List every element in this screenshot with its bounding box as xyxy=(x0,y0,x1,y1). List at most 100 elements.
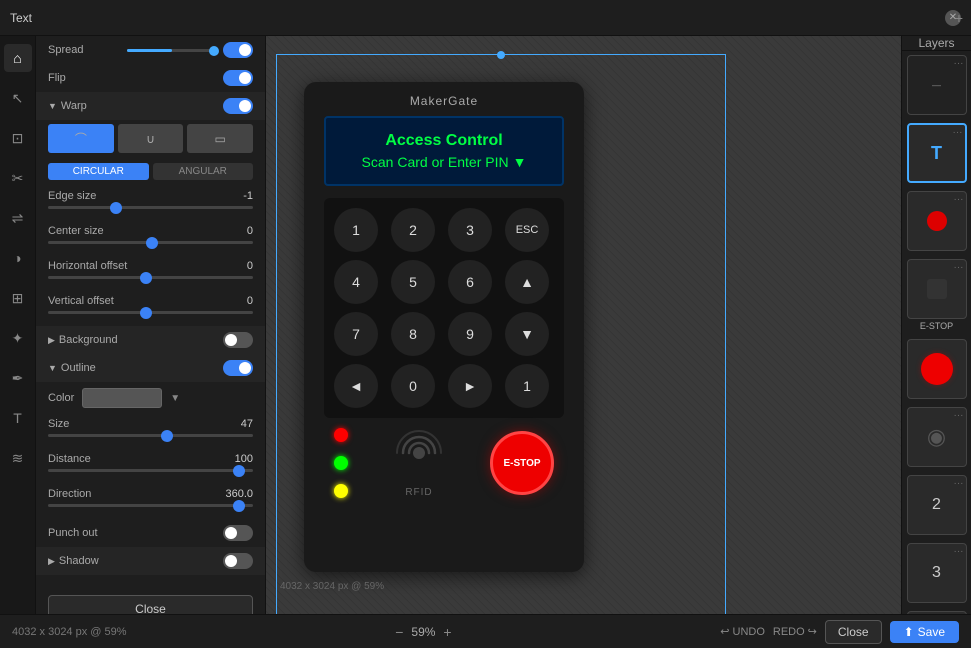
text-icon[interactable]: T xyxy=(4,404,32,432)
shadow-chevron: ▶ xyxy=(48,556,55,567)
makergate-device: MakerGate Access Control Scan Card or En… xyxy=(304,82,584,572)
color-icon[interactable]: ◑ xyxy=(4,244,32,272)
lcd-line1: Access Control xyxy=(385,132,502,150)
layer-item-4[interactable]: ··· xyxy=(907,259,967,319)
edge-size-row: Edge size -1 xyxy=(36,186,265,221)
key-2[interactable]: 2 xyxy=(391,208,435,252)
direction-slider[interactable] xyxy=(48,504,253,507)
punch-out-row: Punch out xyxy=(36,519,265,547)
undo-arrow-icon: ↩ xyxy=(720,625,729,638)
key-4[interactable]: 4 xyxy=(334,260,378,304)
layer-item-5[interactable] xyxy=(907,339,967,399)
layer-dots-4[interactable]: ··· xyxy=(954,262,964,273)
led-green xyxy=(334,456,348,470)
outline-label: Outline xyxy=(61,362,96,374)
layer-item-9[interactable]: 4 ··· xyxy=(907,611,967,614)
warp-section[interactable]: ▼ Warp xyxy=(36,92,265,120)
canvas-top-handle[interactable] xyxy=(497,51,505,59)
cursor-icon[interactable]: ↖ xyxy=(4,84,32,112)
zoom-in-button[interactable]: + xyxy=(443,624,451,640)
zoom-out-button[interactable]: − xyxy=(395,624,403,640)
color-expand-icon[interactable]: ▼ xyxy=(170,393,180,404)
shape-arch-btn[interactable]: ⌒ xyxy=(48,124,114,153)
key-3[interactable]: 3 xyxy=(448,208,492,252)
key-5[interactable]: 5 xyxy=(391,260,435,304)
redo-button[interactable]: REDO ↪ xyxy=(773,625,817,638)
key-right[interactable]: ► xyxy=(448,364,492,408)
outline-section[interactable]: ▼ Outline xyxy=(36,354,265,382)
key-7[interactable]: 7 xyxy=(334,312,378,356)
magic-icon[interactable]: ✦ xyxy=(4,324,32,352)
color-row: Color ▼ xyxy=(36,382,265,414)
shadow-section[interactable]: ▶ Shadow xyxy=(36,547,265,575)
lcd-screen: Access Control Scan Card or Enter PIN ▼ xyxy=(324,116,564,186)
key-down[interactable]: ▼ xyxy=(505,312,549,356)
key-left[interactable]: ◄ xyxy=(334,364,378,408)
shape-wave-btn[interactable]: ∪ xyxy=(118,124,184,153)
scissors-icon[interactable]: ✂ xyxy=(4,164,32,192)
save-button[interactable]: ⬆ Save xyxy=(890,621,959,643)
undo-button[interactable]: ↩ UNDO xyxy=(720,625,765,638)
background-section[interactable]: ▶ Background xyxy=(36,326,265,354)
crop-icon[interactable]: ⊡ xyxy=(4,124,32,152)
left-panel: Spread Flip ▼ Warp ⌒ ∪ ▭ CIRCULAR xyxy=(36,36,266,614)
key-esc[interactable]: ESC xyxy=(505,208,549,252)
pen-icon[interactable]: ✒ xyxy=(4,364,32,392)
vertical-offset-slider[interactable] xyxy=(48,311,253,314)
layer-red-dot xyxy=(927,211,947,231)
edge-size-slider[interactable] xyxy=(48,206,253,209)
circular-tab[interactable]: CIRCULAR xyxy=(48,163,149,180)
size-slider[interactable] xyxy=(48,434,253,437)
background-toggle[interactable] xyxy=(223,332,253,348)
right-panel: Layers + — ··· T ··· ··· xyxy=(901,36,971,614)
key-8[interactable]: 8 xyxy=(391,312,435,356)
warp-label: Warp xyxy=(61,100,87,112)
key-9[interactable]: 9 xyxy=(448,312,492,356)
layer-item-2[interactable]: T ··· xyxy=(907,123,967,183)
rfid-waves-icon xyxy=(395,429,443,485)
layer-item-7[interactable]: 2 ··· xyxy=(907,475,967,535)
layer-thumb-5 xyxy=(908,340,966,398)
key-up[interactable]: ▲ xyxy=(505,260,549,304)
outline-toggle[interactable] xyxy=(223,360,253,376)
warp-toggle[interactable] xyxy=(223,98,253,114)
layer-dots-6[interactable]: ··· xyxy=(954,410,964,421)
effects-icon[interactable]: ≋ xyxy=(4,444,32,472)
layer-red-circle-thumb xyxy=(921,353,953,385)
layer-dots-8[interactable]: ··· xyxy=(954,546,964,557)
color-swatch[interactable] xyxy=(82,388,162,408)
distance-label: Distance xyxy=(48,453,91,465)
layer-dots-2[interactable]: ··· xyxy=(953,127,963,138)
layer-dots-1[interactable]: ··· xyxy=(954,58,964,69)
flip-row: Flip xyxy=(36,64,265,92)
main-layout: ⌂ ↖ ⊡ ✂ ⇌ ◑ ⊞ ✦ ✒ T ≋ Spread Flip xyxy=(0,36,971,614)
layer-item-3[interactable]: ··· xyxy=(907,191,967,251)
background-chevron: ▶ xyxy=(48,335,55,346)
spread-toggle[interactable] xyxy=(223,42,253,58)
key-0[interactable]: 0 xyxy=(391,364,435,408)
vertical-offset-row: Vertical offset 0 xyxy=(36,291,265,326)
horizontal-offset-slider[interactable] xyxy=(48,276,253,279)
shadow-toggle[interactable] xyxy=(223,553,253,569)
layer-dots-3[interactable]: ··· xyxy=(954,194,964,205)
close-button[interactable]: Close xyxy=(825,620,882,644)
layer-item-1[interactable]: — ··· xyxy=(907,55,967,115)
distance-slider[interactable] xyxy=(48,469,253,472)
layer-dots-7[interactable]: ··· xyxy=(954,478,964,489)
layer-item-6[interactable]: ◉ ··· xyxy=(907,407,967,467)
key-6[interactable]: 6 xyxy=(448,260,492,304)
flip-toggle[interactable] xyxy=(223,70,253,86)
grid-icon[interactable]: ⊞ xyxy=(4,284,32,312)
key-1[interactable]: 1 xyxy=(334,208,378,252)
home-icon[interactable]: ⌂ xyxy=(4,44,32,72)
adjust-icon[interactable]: ⇌ xyxy=(4,204,32,232)
angular-tab[interactable]: ANGULAR xyxy=(153,163,254,180)
key-enter[interactable]: 1 xyxy=(505,364,549,408)
shape-rect-btn[interactable]: ▭ xyxy=(187,124,253,153)
center-size-slider[interactable] xyxy=(48,241,253,244)
close-panel-button[interactable]: Close xyxy=(48,595,253,614)
rfid-label: RFID xyxy=(405,487,432,498)
estop-button[interactable]: E-STOP xyxy=(490,431,554,495)
punch-out-toggle[interactable] xyxy=(223,525,253,541)
layer-item-8[interactable]: 3 ··· xyxy=(907,543,967,603)
